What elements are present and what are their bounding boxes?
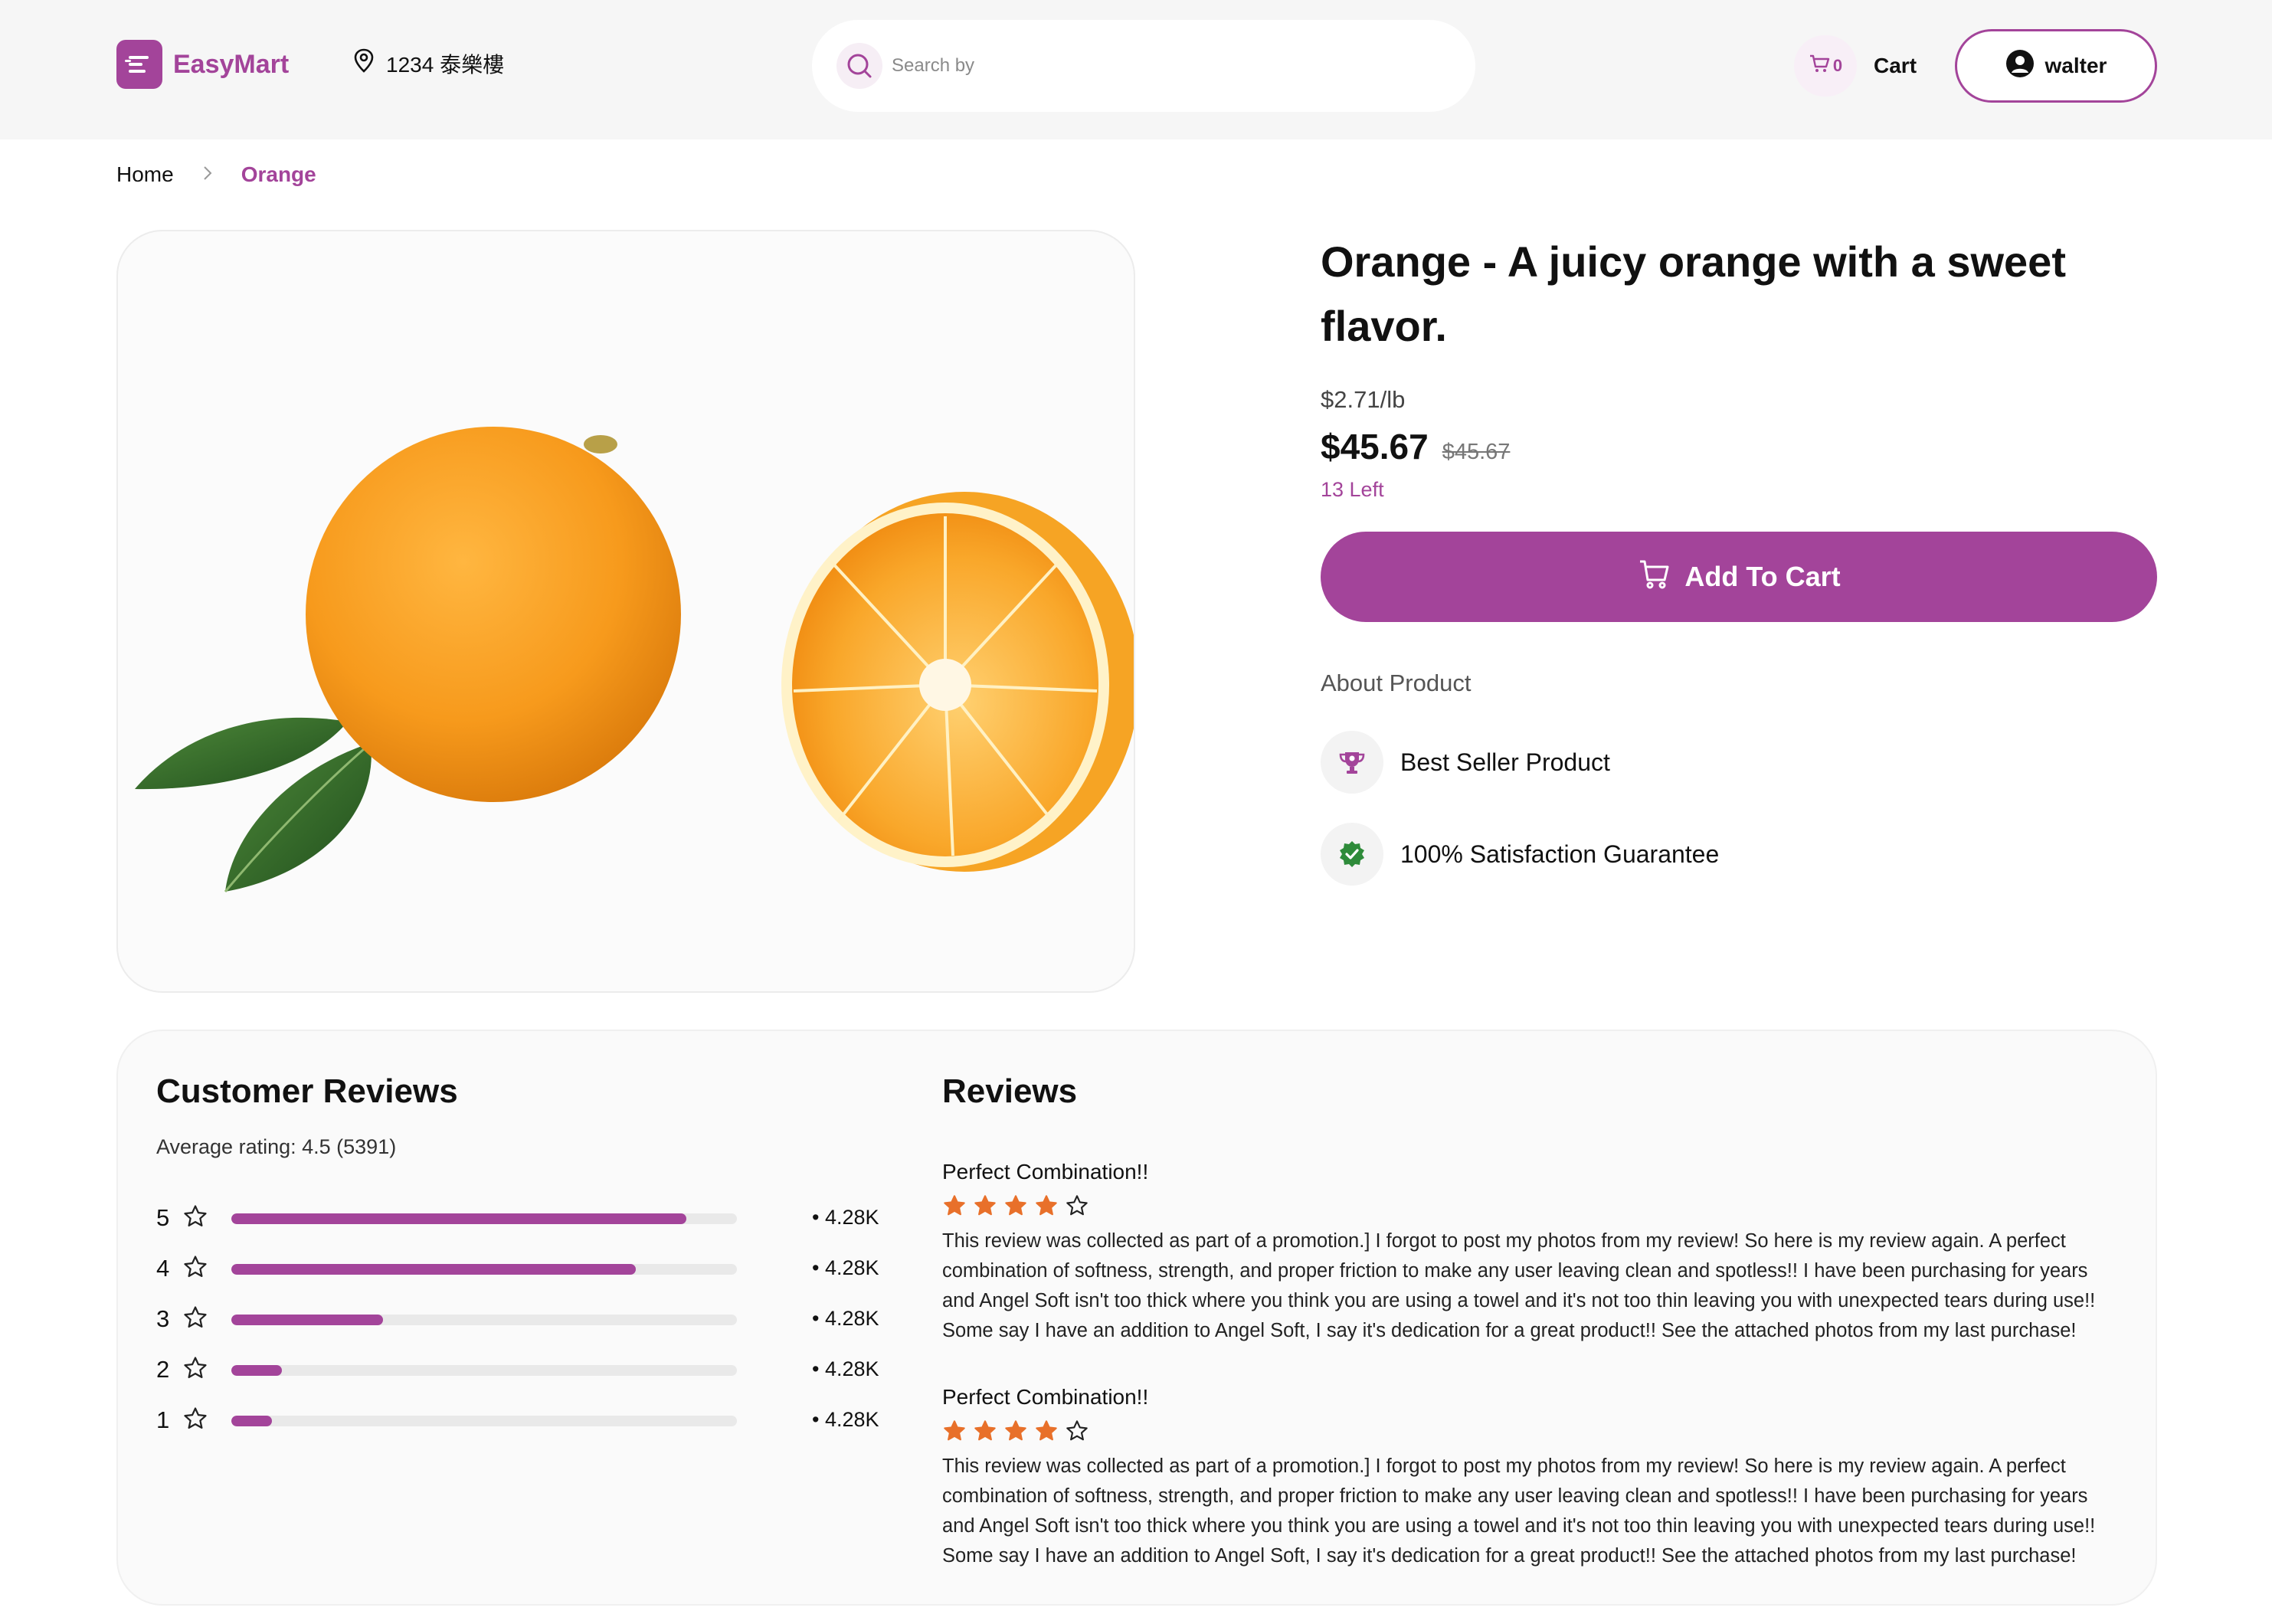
product-image-orange xyxy=(135,427,1134,892)
feature-satisfaction-guarantee: 100% Satisfaction Guarantee xyxy=(1321,823,1719,886)
review-body: This review was collected as part of a p… xyxy=(942,1455,2096,1567)
feature-label: Best Seller Product xyxy=(1400,748,1610,776)
rating-bar-fill xyxy=(231,1213,686,1224)
stock-remaining: 13 Left xyxy=(1321,478,1384,501)
about-product-heading: About Product xyxy=(1321,670,1472,696)
breadcrumb-current: Orange xyxy=(241,162,316,186)
verified-badge-icon xyxy=(1321,823,1383,886)
reviews-title: Reviews xyxy=(942,1072,1078,1110)
star-outline-icon xyxy=(182,1254,208,1284)
rating-bar-fill xyxy=(231,1416,272,1426)
star-filled-icon xyxy=(1003,1193,1028,1222)
rating-star-count: 4 xyxy=(156,1255,170,1282)
rating-star-count: 2 xyxy=(156,1356,170,1383)
star-filled-icon xyxy=(1034,1419,1059,1447)
location-pin-icon xyxy=(352,47,375,79)
review-heading: Perfect Combination!! xyxy=(942,1160,1149,1184)
rating-star-count: 5 xyxy=(156,1204,170,1231)
star-outline-icon xyxy=(182,1203,208,1233)
star-filled-icon xyxy=(1034,1193,1059,1222)
price-row: $45.67 $45.67 xyxy=(1321,426,1510,467)
delivery-location[interactable]: 1234 泰樂樓 xyxy=(352,47,504,79)
review-heading: Perfect Combination!! xyxy=(942,1385,1149,1409)
search-icon[interactable] xyxy=(836,43,882,89)
cart-icon xyxy=(1809,54,1830,78)
rating-row-2: 2 • 4.28K xyxy=(156,1354,879,1385)
rating-count: • 4.28K xyxy=(812,1206,879,1229)
rating-bar xyxy=(231,1264,737,1275)
star-filled-icon xyxy=(942,1419,967,1447)
add-to-cart-label: Add To Cart xyxy=(1684,561,1841,592)
cart-count: 0 xyxy=(1832,56,1843,75)
star-filled-icon xyxy=(973,1193,997,1222)
cart-icon xyxy=(1637,557,1671,598)
user-account-button[interactable]: walter xyxy=(1955,29,2157,103)
cart-button[interactable]: 0 Cart xyxy=(1794,35,1932,97)
logo-icon xyxy=(116,40,162,89)
cart-badge[interactable]: 0 xyxy=(1794,35,1857,97)
review-star-rating xyxy=(942,1419,2122,1447)
current-price: $45.67 xyxy=(1321,427,1429,467)
product-image-card xyxy=(116,230,1135,993)
star-outline-icon xyxy=(182,1406,208,1436)
add-to-cart-button[interactable]: Add To Cart xyxy=(1321,532,2157,622)
search-input[interactable]: Search by xyxy=(892,55,974,77)
original-price: $45.67 xyxy=(1442,440,1511,464)
star-outline-icon xyxy=(182,1305,208,1334)
star-filled-icon xyxy=(973,1419,997,1447)
user-name: walter xyxy=(2044,54,2107,77)
user-avatar-icon xyxy=(2005,49,2035,83)
rating-row-1: 1 • 4.28K xyxy=(156,1405,879,1436)
rating-bar xyxy=(231,1315,737,1325)
cart-label: Cart xyxy=(1874,54,1917,77)
review-body: This review was collected as part of a p… xyxy=(942,1230,2096,1341)
feature-best-seller: Best Seller Product xyxy=(1321,731,1610,794)
star-outline-icon xyxy=(182,1355,208,1385)
search-bar[interactable]: Search by xyxy=(812,20,1475,112)
breadcrumb: Home Orange xyxy=(116,162,316,187)
rating-star-count: 1 xyxy=(156,1406,170,1433)
rating-count: • 4.28K xyxy=(812,1256,879,1279)
rating-bar-fill xyxy=(231,1315,383,1325)
review-item: Perfect Combination!! This review was co… xyxy=(942,1385,2122,1571)
reviews-section: Customer Reviews Average rating: 4.5 (53… xyxy=(116,1030,2157,1606)
rating-star-count: 3 xyxy=(156,1305,170,1332)
top-navigation-bar: EasyMart 1234 泰樂樓 Search by 0 Cart walte… xyxy=(0,0,2272,139)
rating-count: • 4.28K xyxy=(812,1408,879,1431)
trophy-icon xyxy=(1321,731,1383,794)
star-filled-icon xyxy=(1003,1419,1028,1447)
rating-count: • 4.28K xyxy=(812,1307,879,1330)
rating-count: • 4.28K xyxy=(812,1357,879,1380)
rating-bar-fill xyxy=(231,1365,282,1376)
breadcrumb-home-link[interactable]: Home xyxy=(116,162,174,187)
rating-bar xyxy=(231,1416,737,1426)
review-star-rating xyxy=(942,1193,2122,1222)
location-text: 1234 泰樂樓 xyxy=(386,52,505,77)
unit-price: $2.71/lb xyxy=(1321,386,1406,413)
rating-bar-fill xyxy=(231,1264,636,1275)
rating-bar xyxy=(231,1213,737,1224)
star-filled-icon xyxy=(942,1193,967,1222)
rating-row-3: 3 • 4.28K xyxy=(156,1304,879,1334)
review-item: Perfect Combination!! This review was co… xyxy=(942,1160,2122,1346)
brand-name: EasyMart xyxy=(173,49,290,79)
rating-row-5: 5 • 4.28K xyxy=(156,1203,879,1233)
average-rating: Average rating: 4.5 (5391) xyxy=(156,1135,397,1158)
product-title: Orange - A juicy orange with a sweet fla… xyxy=(1321,237,2066,350)
feature-label: 100% Satisfaction Guarantee xyxy=(1400,840,1720,868)
rating-row-4: 4 • 4.28K xyxy=(156,1253,879,1284)
chevron-right-icon xyxy=(201,162,214,187)
star-outline-icon xyxy=(1065,1193,1089,1222)
rating-bar xyxy=(231,1365,737,1376)
customer-reviews-title: Customer Reviews xyxy=(156,1072,458,1110)
star-outline-icon xyxy=(1065,1419,1089,1447)
brand-logo[interactable]: EasyMart xyxy=(116,40,289,89)
